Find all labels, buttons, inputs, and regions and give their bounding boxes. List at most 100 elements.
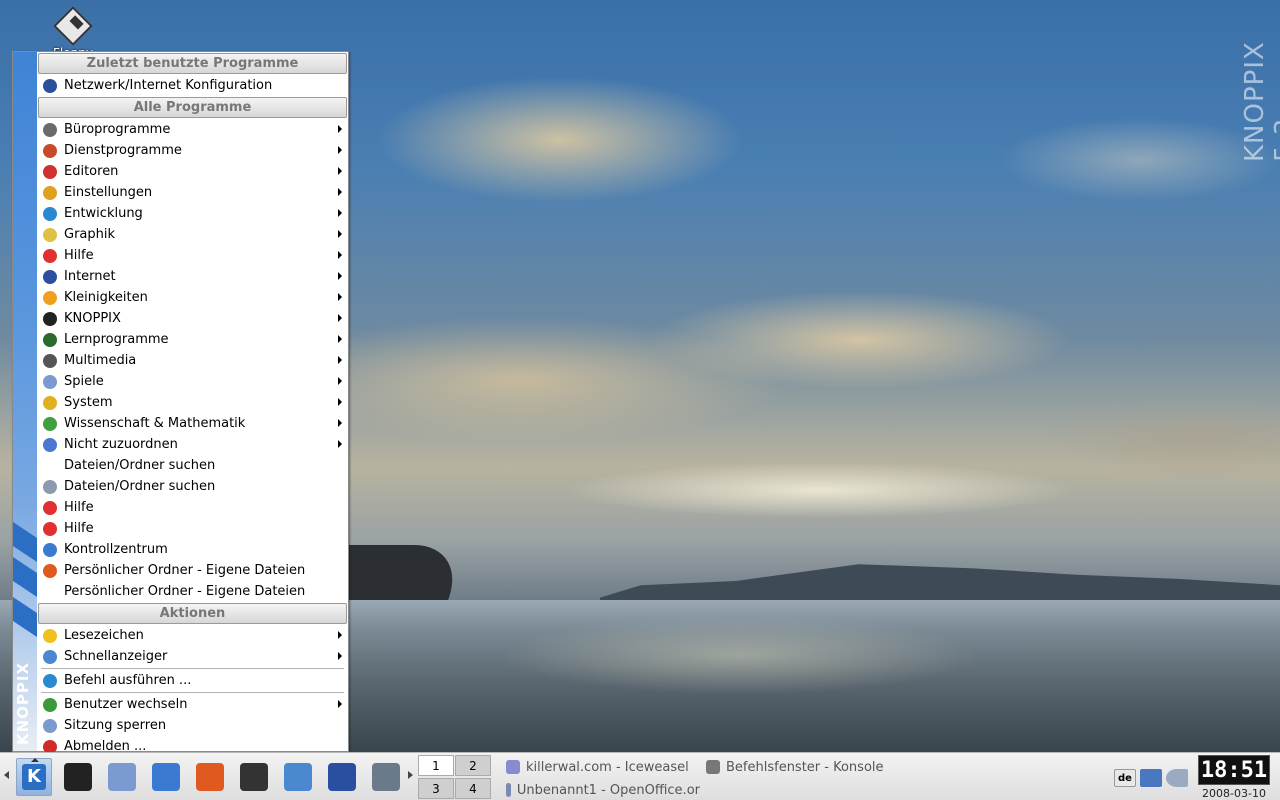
run-command-list: Befehl ausführen ...: [37, 670, 348, 691]
menu-item-program-9[interactable]: KNOPPIX: [37, 308, 348, 329]
menu-item-program-10[interactable]: Lernprogramme: [37, 329, 348, 350]
home-launcher[interactable]: [192, 759, 228, 795]
task-iceweasel[interactable]: killerwal.com - Iceweasel: [506, 757, 696, 777]
menu-item-action-0[interactable]: Lesezeichen: [37, 625, 348, 646]
menu-item-program-3[interactable]: Einstellungen: [37, 182, 348, 203]
openoffice-icon: [372, 763, 400, 791]
task-label: Befehlsfenster - Konsole: [726, 759, 884, 775]
volume-icon[interactable]: [1166, 769, 1188, 787]
files-launcher[interactable]: [104, 759, 140, 795]
menu-item-program-7[interactable]: Internet: [37, 266, 348, 287]
science-icon: [41, 415, 59, 433]
pager-desktop-2[interactable]: 2: [455, 755, 491, 776]
menu-item-program-11[interactable]: Multimedia: [37, 350, 348, 371]
menu-item-label: Internet: [64, 269, 116, 284]
utilities-icon-shape: [43, 143, 57, 158]
panel-hide-left-arrow-icon[interactable]: [4, 771, 9, 779]
openoffice-doc-icon: [506, 783, 511, 797]
menu-item-program-12[interactable]: Spiele: [37, 371, 348, 392]
pager-desktop-1[interactable]: 1: [418, 755, 454, 776]
editor-launcher[interactable]: [148, 759, 184, 795]
menu-item-program-22[interactable]: Persönlicher Ordner - Eigene Dateien: [37, 581, 348, 602]
menu-item-program-6[interactable]: Hilfe: [37, 245, 348, 266]
display-icon[interactable]: [1140, 769, 1162, 787]
clock[interactable]: 18:51 2008-03-10: [1198, 755, 1270, 800]
menu-item-program-21[interactable]: Persönlicher Ordner - Eigene Dateien: [37, 560, 348, 581]
menu-item-program-1[interactable]: Dienstprogramme: [37, 140, 348, 161]
menu-item-program-20[interactable]: Kontrollzentrum: [37, 539, 348, 560]
panel-hide-right-arrow-icon[interactable]: [408, 771, 413, 779]
multimedia-icon-shape: [43, 353, 57, 368]
menu-item-program-17[interactable]: Dateien/Ordner suchen: [37, 476, 348, 497]
browser-launcher[interactable]: [324, 759, 360, 795]
pager-desktop-3[interactable]: 3: [418, 778, 454, 799]
menu-item-program-2[interactable]: Editoren: [37, 161, 348, 182]
quick-browser-icon-shape: [43, 649, 57, 664]
konsole-icon: [706, 760, 720, 774]
editor-icon-shape: [43, 164, 57, 179]
k-menu-button[interactable]: K: [16, 758, 52, 796]
run-command-icon-shape: [43, 673, 57, 688]
switch-user-icon: [41, 696, 59, 714]
submenu-arrow-icon: [338, 700, 342, 708]
bookmark-star-icon-shape: [43, 628, 57, 643]
menu-item-label: Spiele: [64, 374, 104, 389]
office-icon: [41, 121, 59, 139]
menu-item-session-0[interactable]: Benutzer wechseln: [37, 694, 348, 715]
k-menu: KNOPPIX Zuletzt benutzte Programme Netzw…: [12, 51, 349, 754]
desktop-icon-floppy[interactable]: Floppy: [48, 6, 98, 60]
knoppix-brand-watermark: KNOPPIX 5.3: [1240, 41, 1280, 162]
menu-item-recent-0[interactable]: Netzwerk/Internet Konfiguration: [37, 75, 348, 96]
menu-item-run-command[interactable]: Befehl ausführen ...: [37, 670, 348, 691]
submenu-arrow-icon: [338, 652, 342, 660]
desktop-pager: 1 2 3 4: [418, 755, 492, 799]
menu-item-program-19[interactable]: Hilfe: [37, 518, 348, 539]
graphics-icon-shape: [43, 227, 57, 242]
find-files-icon: [41, 478, 59, 496]
menu-item-program-16[interactable]: Dateien/Ordner suchen: [37, 455, 348, 476]
menu-item-action-1[interactable]: Schnellanzeiger: [37, 646, 348, 667]
menu-item-program-18[interactable]: Hilfe: [37, 497, 348, 518]
submenu-arrow-icon: [338, 335, 342, 343]
pager-desktop-4[interactable]: 4: [455, 778, 491, 799]
submenu-arrow-icon: [338, 146, 342, 154]
k-menu-item-list: Zuletzt benutzte Programme Netzwerk/Inte…: [37, 52, 348, 757]
menu-item-label: Büroprogramme: [64, 122, 171, 137]
submenu-arrow-icon: [338, 188, 342, 196]
k-menu-side-banner: KNOPPIX: [13, 52, 37, 751]
recent-programs-list: Netzwerk/Internet Konfiguration: [37, 75, 348, 96]
unknown-icon-shape: [43, 437, 57, 452]
task-openoffice[interactable]: Unbenannt1 - OpenOffice.or: [506, 780, 700, 800]
all-programs-list: Büroprogramme Dienstprogramme Editoren Eins…: [37, 119, 348, 602]
home-folder-icon-shape: [43, 563, 57, 578]
menu-item-label: System: [64, 395, 113, 410]
menu-item-program-13[interactable]: System: [37, 392, 348, 413]
menu-item-program-15[interactable]: Nicht zuzuordnen: [37, 434, 348, 455]
keyboard-layout-de-icon[interactable]: de: [1114, 769, 1136, 787]
tux-launcher[interactable]: [60, 759, 96, 795]
menu-up-arrow-icon: [31, 758, 39, 762]
lock-session-icon-shape: [43, 718, 57, 733]
konqueror-icon: [284, 763, 312, 791]
menu-item-program-8[interactable]: Kleinigkeiten: [37, 287, 348, 308]
menu-item-program-0[interactable]: Büroprogramme: [37, 119, 348, 140]
menu-item-label: Sitzung sperren: [64, 718, 167, 733]
iceweasel-icon: [506, 760, 520, 774]
utilities-icon: [41, 142, 59, 160]
menu-item-label: Schnellanzeiger: [64, 649, 168, 664]
task-konsole[interactable]: Befehlsfenster - Konsole: [706, 757, 896, 777]
openoffice-launcher[interactable]: [368, 759, 404, 795]
editor-pen-icon: [152, 763, 180, 791]
network-icon-shape: [43, 78, 57, 93]
submenu-arrow-icon: [338, 272, 342, 280]
menu-item-program-5[interactable]: Graphik: [37, 224, 348, 245]
session-list: Benutzer wechseln Sitzung sperren Abmelden…: [37, 694, 348, 757]
konqueror-launcher[interactable]: [280, 759, 316, 795]
system-icon: [41, 394, 59, 412]
menu-item-program-4[interactable]: Entwicklung: [37, 203, 348, 224]
menu-item-session-1[interactable]: Sitzung sperren: [37, 715, 348, 736]
terminal-launcher[interactable]: [236, 759, 272, 795]
menu-item-program-14[interactable]: Wissenschaft & Mathematik: [37, 413, 348, 434]
menu-item-label: Hilfe: [64, 500, 94, 515]
submenu-arrow-icon: [338, 356, 342, 364]
